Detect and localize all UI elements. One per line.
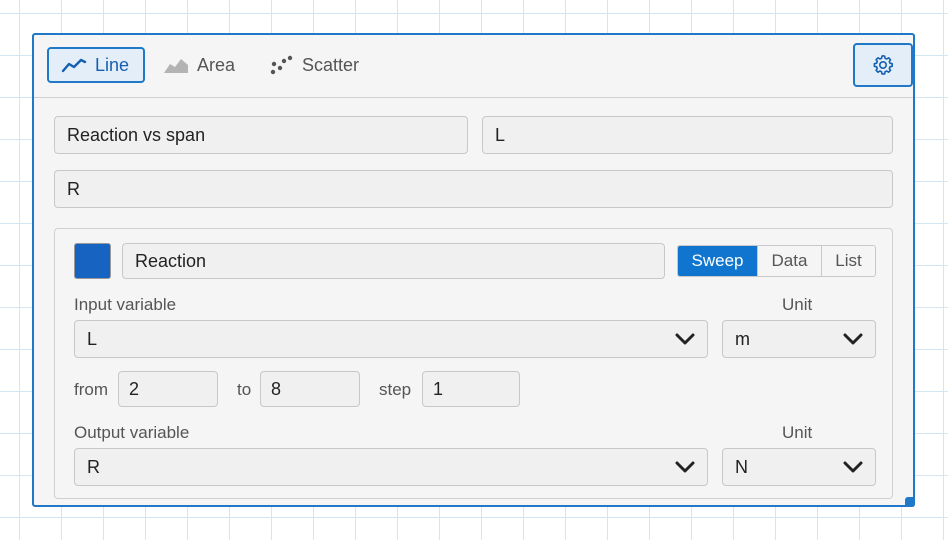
output-unit-select[interactable]: N [722,448,876,486]
settings-button[interactable] [853,43,913,87]
gear-icon [873,55,893,75]
output-variable-value: R [87,456,100,477]
scatter-chart-icon [270,55,293,75]
chevron-down-icon [675,461,695,473]
mode-data-button[interactable]: Data [757,246,821,276]
series-mode-toggle: Sweep Data List [677,245,876,277]
area-chart-icon [164,59,188,73]
tab-area-label: Area [197,54,236,75]
chevron-down-icon [843,333,863,345]
output-variable-label: Output variable [74,423,190,442]
mode-sweep-button[interactable]: Sweep [678,246,757,276]
output-variable-select[interactable]: R [74,448,708,486]
input-variable-select[interactable]: L [74,320,708,358]
chevron-down-icon [843,461,863,473]
input-unit-select[interactable]: m [722,320,876,358]
tab-scatter-label: Scatter [302,54,360,75]
input-unit-label: Unit [782,295,813,314]
mode-list-button[interactable]: List [821,246,875,276]
from-input[interactable]: 2 [118,371,218,407]
output-unit-label: Unit [782,423,813,442]
chart-settings-panel: Line Area Scatter Reaction vs span L R R… [32,33,915,507]
input-variable-label: Input variable [74,295,177,314]
tab-line-label: Line [95,54,130,75]
y-axis-label-input[interactable]: R [54,170,893,208]
chart-title-input[interactable]: Reaction vs span [54,116,468,154]
input-unit-value: m [735,328,750,349]
resize-handle[interactable] [905,497,915,507]
chevron-down-icon [675,333,695,345]
x-axis-label-input[interactable]: L [482,116,893,154]
from-label: from [74,380,108,399]
input-variable-value: L [87,328,98,349]
output-unit-value: N [735,456,748,477]
line-chart-icon [61,58,87,73]
tab-area[interactable]: Area [149,47,251,83]
to-label: to [237,380,252,399]
tab-scatter[interactable]: Scatter [256,47,375,83]
series-editor: Reaction Sweep Data List Input variable … [54,228,893,499]
step-input[interactable]: 1 [422,371,520,407]
tab-line[interactable]: Line [47,47,146,83]
to-input[interactable]: 8 [260,371,360,407]
step-label: step [379,380,412,399]
series-name-input[interactable]: Reaction [122,243,665,279]
chart-type-toolbar: Line Area Scatter [34,35,913,98]
series-color-swatch[interactable] [74,243,111,279]
